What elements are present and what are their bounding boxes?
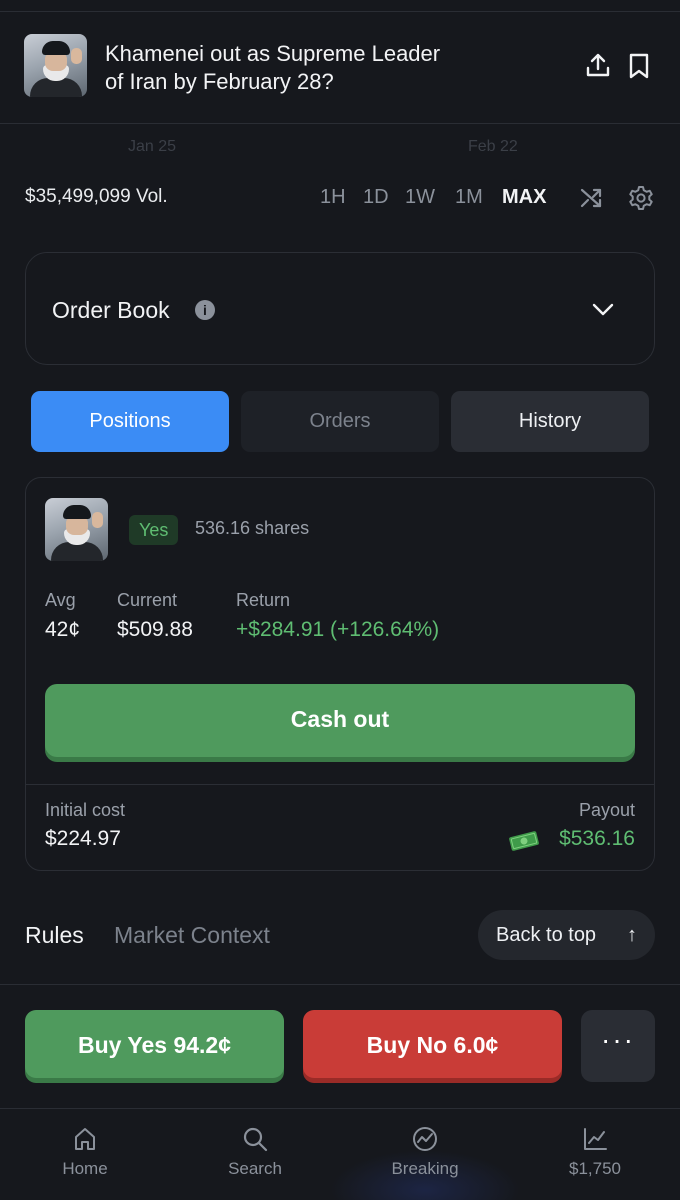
payout-label: Payout <box>578 800 635 820</box>
initial-cost-value: $224.97 <box>45 827 121 850</box>
portfolio-chart-icon <box>584 1128 607 1150</box>
shuffle-icon[interactable] <box>579 185 605 211</box>
chart-axis-label: Jan 25 <box>128 138 177 155</box>
tab-rules[interactable]: Rules <box>25 922 84 949</box>
buy-no-button[interactable]: Buy No 6.0¢ <box>303 1010 562 1078</box>
money-icon <box>509 831 539 851</box>
share-icon[interactable] <box>584 52 612 80</box>
outcome-badge: Yes <box>129 515 179 545</box>
market-title: Khamenei out as Supreme Leader of Iran b… <box>105 41 441 94</box>
nav-home-label: Home <box>62 1159 108 1178</box>
breaking-trend-icon <box>413 1127 437 1151</box>
tab-market-context[interactable]: Market Context <box>114 922 270 949</box>
return-value: +$284.91 (+126.64%) <box>236 618 440 641</box>
market-header: Khamenei out as Supreme Leader of Iran b… <box>0 12 680 124</box>
nav-breaking[interactable]: Breaking <box>365 1126 485 1179</box>
nav-home[interactable]: Home <box>25 1126 145 1179</box>
buy-yes-button[interactable]: Buy Yes 94.2¢ <box>25 1010 284 1078</box>
nav-search[interactable]: Search <box>195 1126 315 1179</box>
current-label: Current <box>117 590 178 610</box>
back-to-top-button[interactable]: Back to top ↑ <box>478 910 655 960</box>
nav-search-label: Search <box>228 1159 282 1178</box>
tab-orders[interactable]: Orders <box>241 391 439 452</box>
search-icon <box>243 1127 268 1152</box>
card-divider <box>26 784 654 785</box>
settings-gear-icon[interactable] <box>628 185 654 211</box>
order-book-label: Order Book <box>52 297 170 323</box>
chevron-down-icon <box>592 303 614 316</box>
market-thumbnail <box>24 34 87 97</box>
nav-portfolio-label: $1,750 <box>569 1159 621 1178</box>
range-1m-button[interactable]: 1M <box>455 186 483 209</box>
cash-out-button[interactable]: Cash out <box>45 684 635 757</box>
initial-cost-label: Initial cost <box>45 800 126 820</box>
volume-text: $35,499,099 Vol. <box>25 186 168 207</box>
tab-positions[interactable]: Positions <box>31 391 229 452</box>
chart-axis-label: Feb 22 <box>468 138 518 155</box>
back-to-top-label: Back to top <box>496 924 597 946</box>
home-icon <box>75 1128 95 1150</box>
more-options-button[interactable]: ··· <box>581 1010 655 1082</box>
shares-count: 536.16 shares <box>195 518 310 538</box>
nav-portfolio[interactable]: $1,750 <box>535 1126 655 1179</box>
avg-label: Avg <box>45 590 76 610</box>
range-max-button[interactable]: MAX <box>502 186 546 209</box>
position-thumbnail <box>45 498 108 561</box>
bookmark-icon[interactable] <box>625 52 653 80</box>
order-book-toggle[interactable]: Order Book i <box>25 252 655 365</box>
nav-breaking-label: Breaking <box>391 1159 459 1178</box>
payout-value: $536.16 <box>559 827 635 850</box>
return-label: Return <box>236 590 291 610</box>
tab-history[interactable]: History <box>451 391 649 452</box>
range-1w-button[interactable]: 1W <box>405 186 435 209</box>
range-1d-button[interactable]: 1D <box>363 186 389 209</box>
range-1h-button[interactable]: 1H <box>320 186 346 209</box>
avg-value: 42¢ <box>45 618 81 641</box>
current-value: $509.88 <box>117 618 193 641</box>
info-icon[interactable]: i <box>195 300 215 320</box>
arrow-up-icon: ↑ <box>627 924 637 946</box>
